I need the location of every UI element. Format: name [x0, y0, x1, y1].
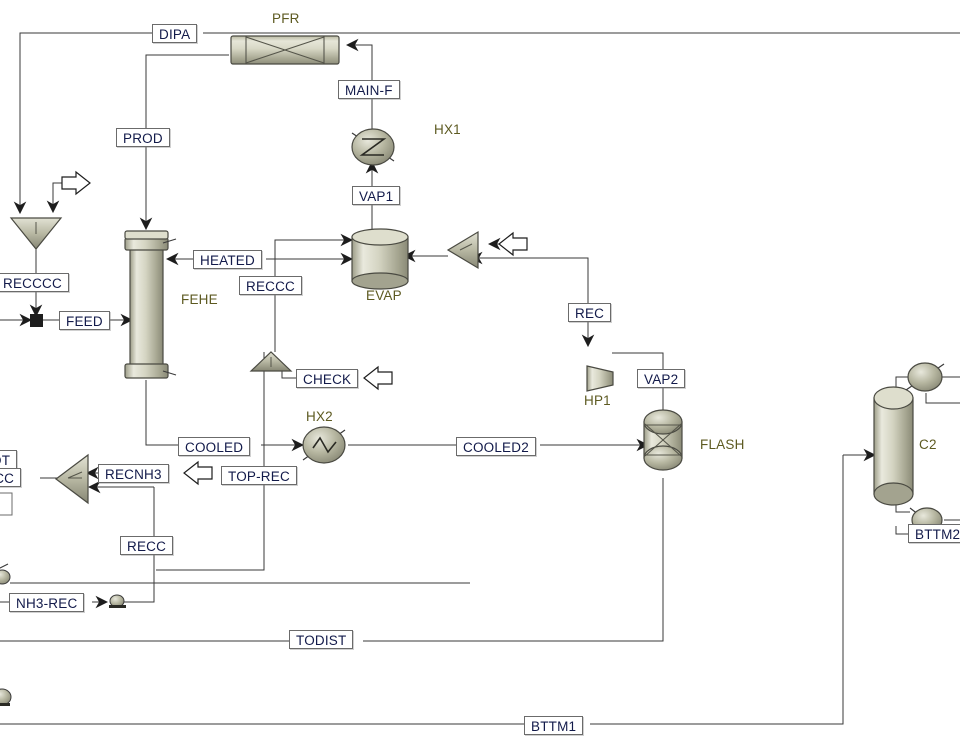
equipment-mixer-reccc[interactable] — [249, 351, 293, 372]
equipment-hx1[interactable] — [351, 128, 395, 166]
stream-label-cooled2[interactable]: COOLED2 — [456, 437, 536, 456]
stream-label-rec[interactable]: REC — [568, 303, 612, 322]
equipment-label-flash: FLASH — [700, 437, 745, 452]
equipment-mixer-evap[interactable] — [446, 230, 479, 270]
stream-label-top-rec[interactable]: TOP-REC — [221, 466, 297, 485]
equipment-label-evap: EVAP — [366, 288, 402, 303]
stream-label-dipa[interactable]: DIPA — [152, 24, 198, 43]
pipe-reccc-to-evap — [274, 233, 354, 276]
equipment-label-hx2: HX2 — [306, 409, 333, 424]
equipment-label-hx1: HX1 — [434, 122, 461, 137]
stream-label-cooled[interactable]: COOLED — [178, 437, 251, 456]
purge-arrow-check — [363, 365, 393, 391]
equipment-pump-nh3[interactable] — [109, 594, 126, 608]
equipment-label-pfr: PFR — [272, 11, 300, 26]
equipment-partial-left-lower[interactable] — [0, 688, 12, 706]
stream-label-vap2[interactable]: VAP2 — [637, 369, 686, 388]
pipe-prod-upper — [145, 54, 229, 128]
equipment-label-fehe: FEHE — [181, 292, 218, 307]
stream-label-main-f[interactable]: MAIN-F — [338, 80, 400, 99]
stream-label-recc[interactable]: RECC — [120, 536, 174, 555]
stream-label-recccc[interactable]: RECCCC — [0, 273, 69, 292]
equipment-hx2[interactable] — [302, 426, 346, 464]
pipe-bttm1-to-c2 — [590, 455, 844, 725]
purge-arrow-recnh3 — [183, 460, 213, 486]
pipe-c2-distillate — [925, 393, 960, 404]
flowsheet-drawing — [0, 32, 960, 725]
junction-feed[interactable] — [30, 314, 43, 327]
equipment-mixer-recnh3[interactable] — [55, 453, 89, 505]
stream-label-recc-partial[interactable]: ECC — [0, 468, 22, 487]
stream-label-bttm2[interactable]: BTTM2 — [908, 524, 960, 543]
pipe-c2-reb-to-bttm2 — [895, 526, 908, 535]
pipe-toprec-down — [156, 485, 265, 571]
stream-label-prod[interactable]: PROD — [116, 128, 170, 147]
equipment-hp1[interactable] — [586, 365, 614, 392]
stream-label-heated[interactable]: HEATED — [193, 250, 262, 269]
purge-arrow-mixer-left — [61, 170, 91, 196]
equipment-label-hp1: HP1 — [584, 393, 611, 408]
equipment-mixer-recccc[interactable] — [9, 217, 63, 250]
equipment-flash[interactable] — [643, 409, 683, 471]
pipe-flash-bottom-todist — [363, 478, 664, 642]
equipment-pfr[interactable] — [230, 35, 340, 65]
flowsheet-canvas: DIPA MAIN-F PROD VAP1 HEATED RECCCC RECC… — [0, 0, 960, 750]
pipe-mixer-purge — [46, 182, 62, 214]
stream-label-nh3-rec[interactable]: NH3-REC — [9, 593, 85, 612]
purge-arrow-evap-mixer — [498, 231, 528, 257]
pipe-rec-upper — [469, 251, 589, 303]
pipe-recc-vert-bottom — [120, 555, 155, 603]
equipment-c2[interactable] — [873, 386, 914, 506]
stream-label-vap1[interactable]: VAP1 — [352, 186, 401, 205]
pipe-fehe-bottom-to-cooled — [145, 380, 178, 446]
equipment-c2-condenser[interactable] — [905, 362, 945, 392]
pipe-mainf-top — [345, 38, 373, 80]
stream-label-feed[interactable]: FEED — [59, 311, 110, 330]
stream-label-tot-partial[interactable]: OT — [0, 450, 18, 469]
stream-label-recnh3[interactable]: RECNH3 — [98, 464, 169, 483]
equipment-partial-left-upper[interactable] — [0, 563, 11, 585]
stream-label-bttm1[interactable]: BTTM1 — [524, 716, 584, 735]
partial-label-box-left[interactable] — [0, 492, 13, 516]
stream-label-check[interactable]: CHECK — [296, 369, 359, 388]
equipment-evap[interactable] — [351, 228, 409, 290]
equipment-fehe[interactable] — [124, 230, 177, 379]
pipe-vap2-to-hp1 — [612, 352, 664, 369]
equipment-label-c2: C2 — [919, 437, 937, 452]
stream-label-reccc[interactable]: RECCC — [239, 276, 303, 295]
stream-label-todist[interactable]: TODIST — [289, 630, 354, 649]
